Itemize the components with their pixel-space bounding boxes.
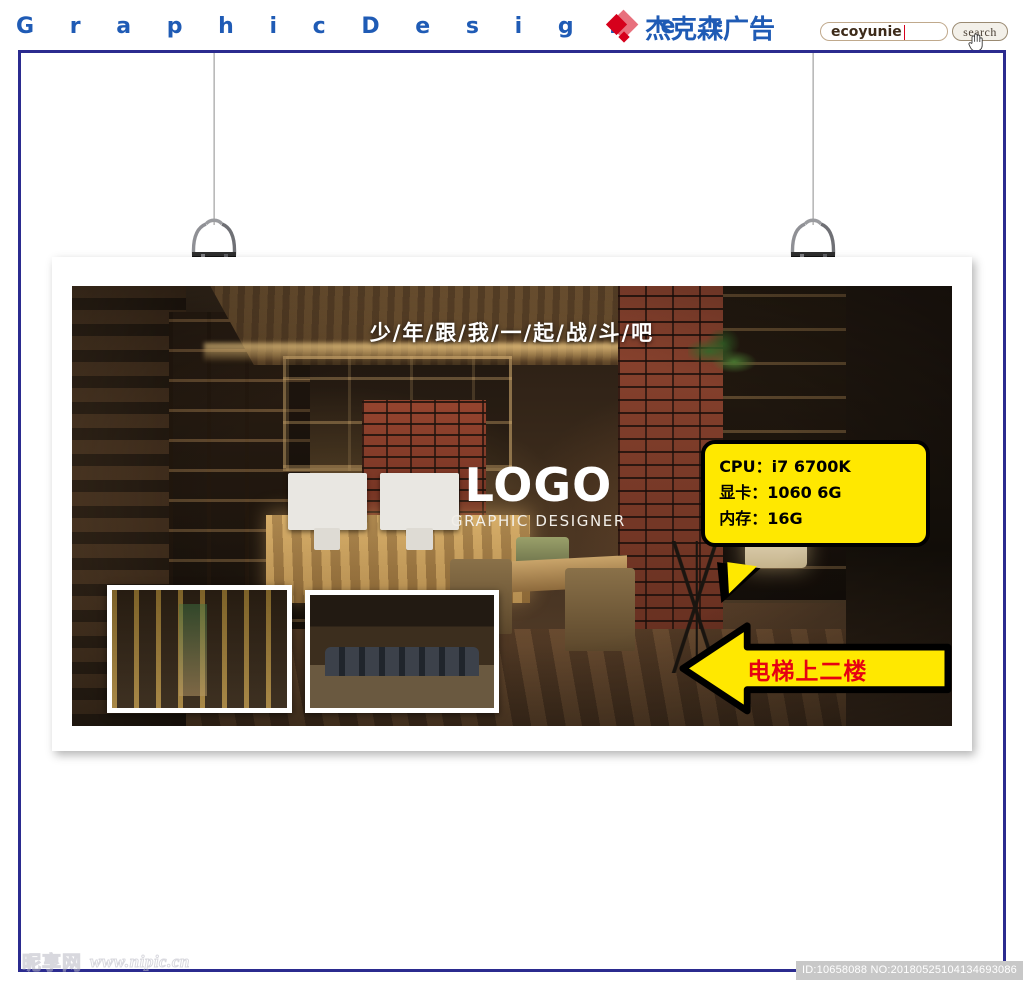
text-caret xyxy=(904,25,905,40)
brand-name: 杰克森广告 xyxy=(645,14,776,45)
hanging-wire-right xyxy=(812,53,814,225)
poster-thumbnail-1 xyxy=(107,585,292,713)
site-watermark: 昵享网 www.nipic.cn xyxy=(21,948,190,975)
poster-artwork: 少/年/跟/我/一/起/战/斗/吧 LOGO GRAPHIC DESIGNER … xyxy=(72,286,952,726)
hand-pointer-icon xyxy=(968,33,983,52)
watermark-brand: 昵享网 xyxy=(21,952,83,975)
spec-line-ram: 内存：16G xyxy=(719,509,803,528)
logo-main-text: LOGO xyxy=(464,458,613,512)
poster-thumbnail-2 xyxy=(305,589,499,713)
poster-mat: 少/年/跟/我/一/起/战/斗/吧 LOGO GRAPHIC DESIGNER … xyxy=(52,257,972,751)
poster-logo-block: LOGO GRAPHIC DESIGNER xyxy=(433,462,644,530)
poster-headline: 少/年/跟/我/一/起/战/斗/吧 xyxy=(369,320,655,345)
elevator-arrow-callout: 电梯上二楼 xyxy=(679,620,952,717)
spec-callout-bubble: CPU：i7 6700K 显卡：1060 6G 内存：16G xyxy=(701,440,930,547)
hanging-wire-left xyxy=(213,53,215,225)
red-diamond-logo-icon xyxy=(605,9,642,43)
logo-sub-text: GRAPHIC DESIGNER xyxy=(450,512,626,530)
page-header: G r a p h i c D e s i g n e r 杰克森广告 ecoy… xyxy=(0,0,1024,52)
search-input-value: ecoyunie xyxy=(831,24,902,40)
spec-bubble-tail-fill xyxy=(722,562,757,598)
image-id-badge: ID:10658088 NO:20180525104134693086 xyxy=(796,961,1023,980)
elevator-arrow-label: 电梯上二楼 xyxy=(747,658,868,685)
spec-line-gpu: 显卡：1060 6G xyxy=(719,483,842,502)
spec-line-cpu: CPU：i7 6700K xyxy=(719,457,851,476)
search-input[interactable]: ecoyunie xyxy=(820,22,948,41)
brand-group: 杰克森广告 xyxy=(605,9,776,45)
watermark-url: www.nipic.cn xyxy=(90,951,190,971)
